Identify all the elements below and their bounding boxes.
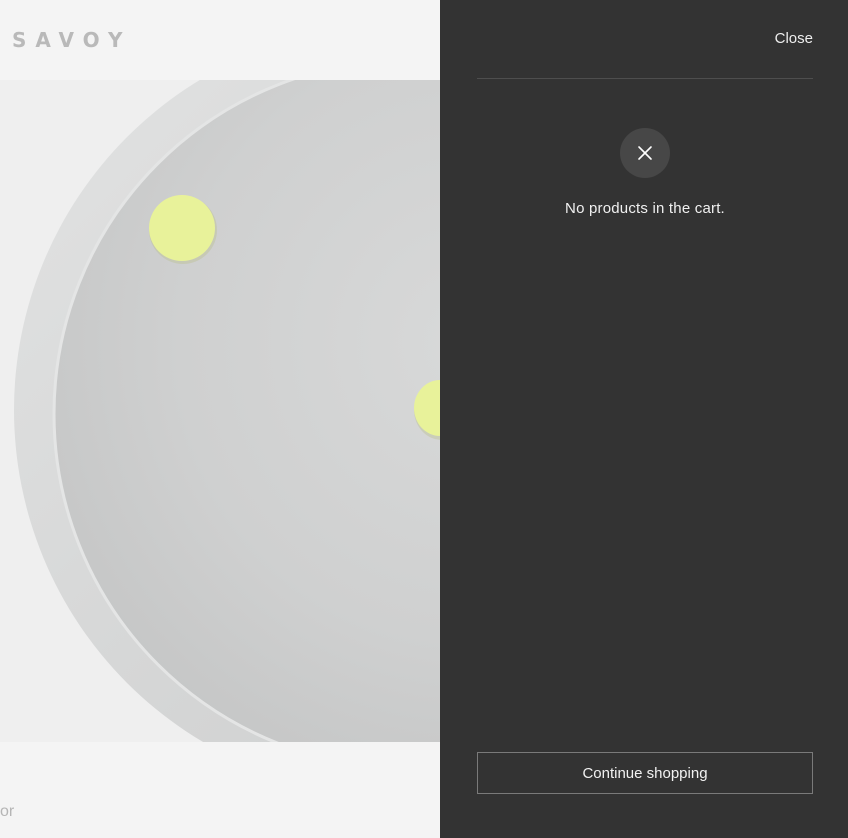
page-footer-text: or <box>0 803 15 820</box>
plate-illustration <box>0 80 440 742</box>
continue-shopping-button[interactable]: Continue shopping <box>477 752 813 794</box>
empty-cart-state: No products in the cart. <box>477 128 813 217</box>
drawer-divider <box>477 78 813 79</box>
hero-image <box>0 80 440 742</box>
close-icon <box>620 128 670 178</box>
empty-cart-message: No products in the cart. <box>565 200 725 217</box>
site-logo[interactable]: SAVOY <box>12 28 131 52</box>
site-header: SAVOY <box>0 0 440 80</box>
background-page: SAVOY or <box>0 0 440 838</box>
cart-drawer: Close No products in the cart. Continue … <box>440 0 848 838</box>
close-button[interactable]: Close <box>775 30 813 47</box>
